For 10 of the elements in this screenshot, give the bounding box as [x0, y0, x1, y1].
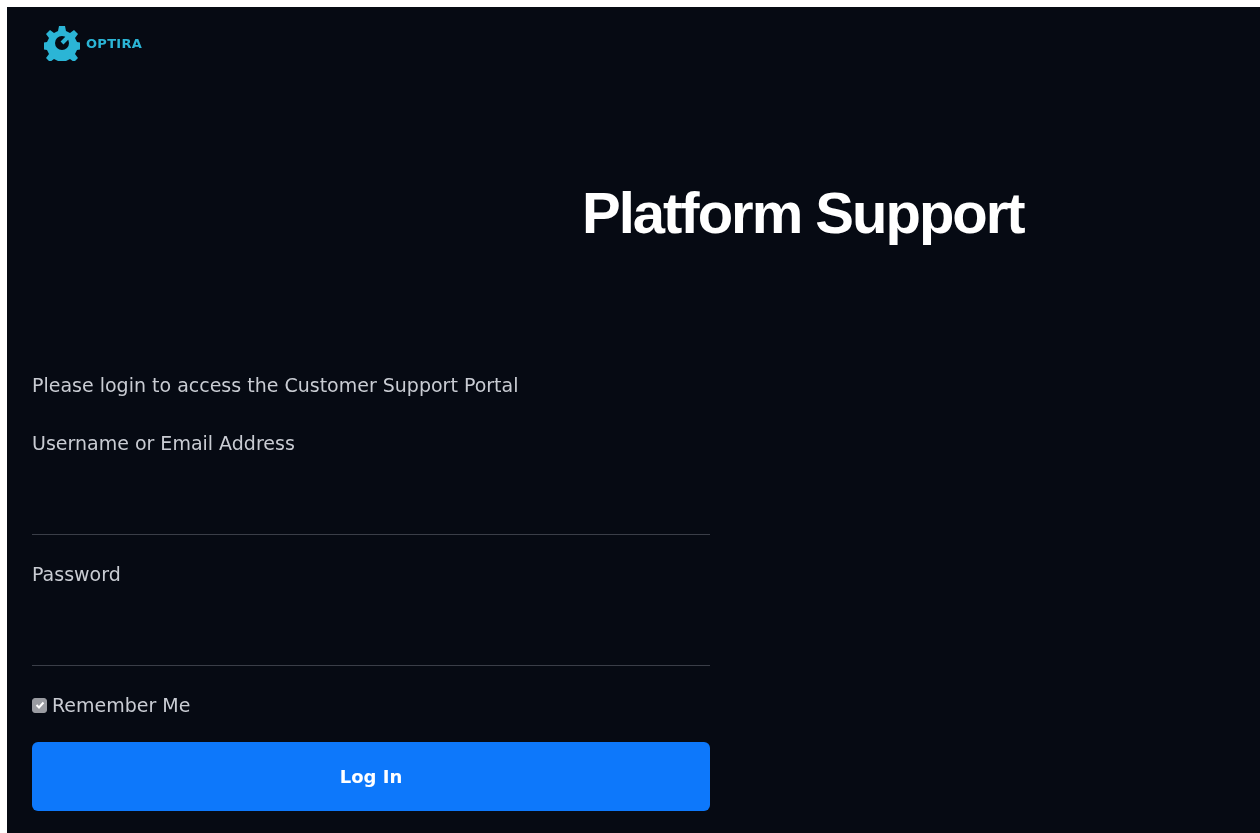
intro-text: Please login to access the Customer Support Portal [32, 374, 520, 396]
gear-logo-icon [44, 25, 80, 61]
login-button[interactable]: Log In [32, 742, 710, 811]
page-title: Platform Support [582, 179, 1024, 246]
check-icon [34, 700, 45, 710]
checkbox-label: Remember Me [52, 694, 191, 716]
field-label: Password [32, 563, 122, 585]
field-label: Username or Email Address [32, 432, 296, 454]
checkbox[interactable] [32, 697, 47, 713]
brand-name: OPTIRA [86, 35, 143, 51]
